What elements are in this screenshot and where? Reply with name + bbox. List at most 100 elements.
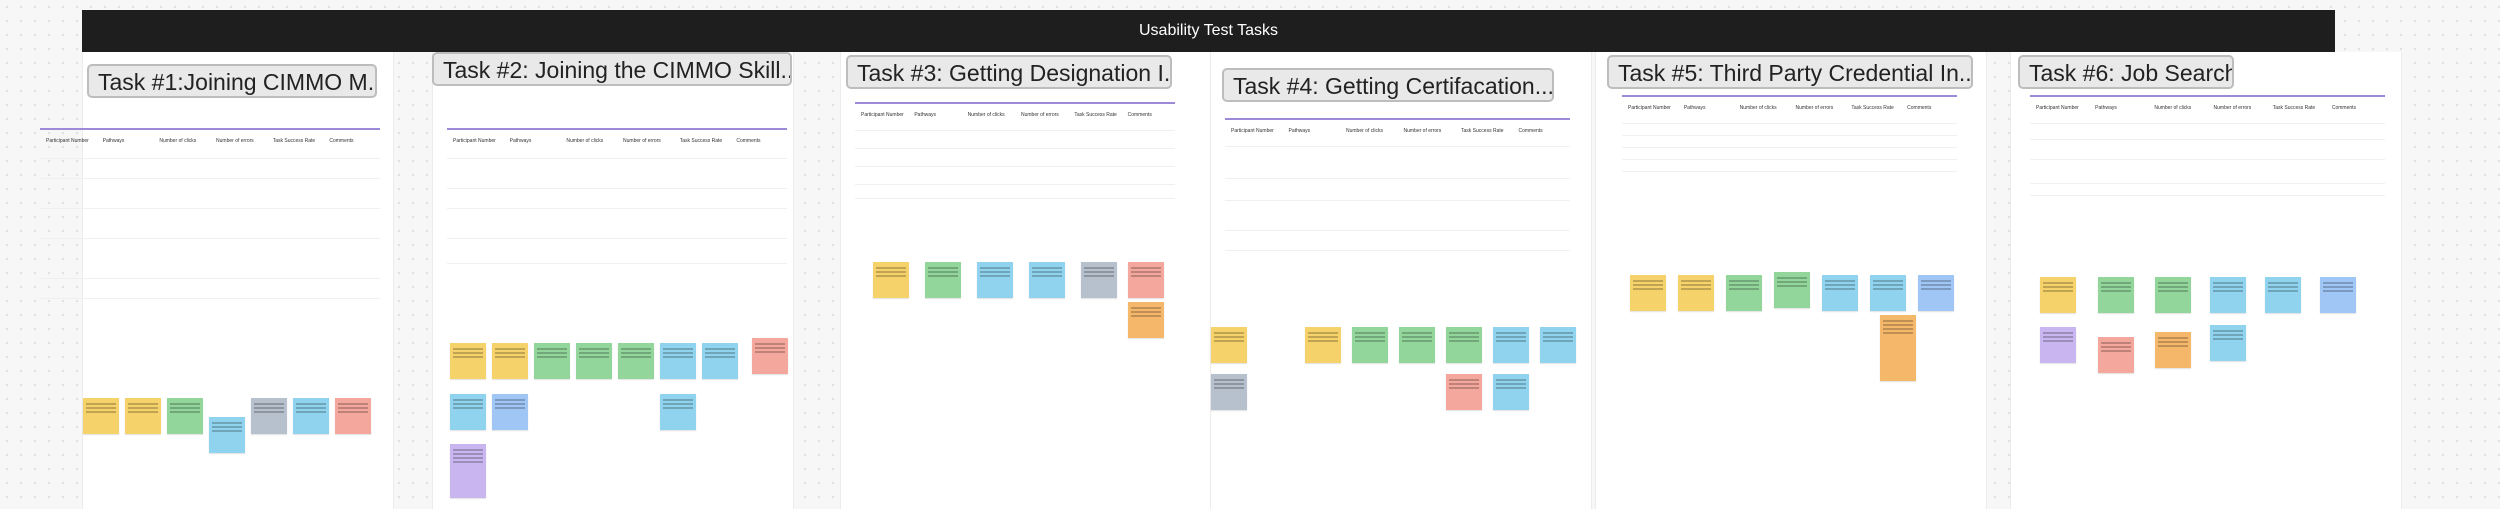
sticky-note[interactable] <box>2155 332 2191 368</box>
sticky-note[interactable] <box>660 343 696 379</box>
header-success: Task Success Rate <box>1851 105 1894 111</box>
table-row <box>447 238 787 264</box>
sticky-note[interactable] <box>492 343 528 379</box>
sticky-note[interactable] <box>83 398 119 434</box>
table-accent-line <box>1622 95 1957 97</box>
sticky-note[interactable] <box>1399 327 1435 363</box>
sticky-note[interactable] <box>2320 277 2356 313</box>
sticky-note[interactable] <box>1211 327 1247 363</box>
sticky-note[interactable] <box>2155 277 2191 313</box>
header-comments: Comments <box>1518 128 1543 134</box>
table-row <box>40 298 380 324</box>
table-row <box>2030 159 2385 184</box>
header-participant: Participant Number <box>46 138 89 144</box>
sticky-note[interactable] <box>534 343 570 379</box>
table-row <box>2030 123 2385 140</box>
sticky-note[interactable] <box>925 262 961 298</box>
table-row <box>2030 139 2385 160</box>
table-accent-line <box>1225 118 1570 120</box>
header-pathways: Pathways <box>1683 105 1706 111</box>
sticky-note[interactable] <box>977 262 1013 298</box>
header-errors: Number of errors <box>623 138 661 144</box>
header-clicks: Number of clicks <box>967 112 1005 118</box>
sticky-note[interactable] <box>1493 327 1529 363</box>
sticky-note[interactable] <box>1918 275 1954 311</box>
table-accent-line <box>855 102 1175 104</box>
sticky-note[interactable] <box>1446 374 1482 410</box>
sticky-note[interactable] <box>2040 277 2076 313</box>
header-errors: Number of errors <box>1795 105 1834 111</box>
sticky-note[interactable] <box>1446 327 1482 363</box>
table-row <box>40 178 380 209</box>
header-pathways: Pathways <box>509 138 532 144</box>
sticky-note[interactable] <box>450 394 486 430</box>
header-clicks: Number of clicks <box>2154 105 2192 111</box>
results-table-5: Participant Number Pathways Number of cl… <box>1622 95 1957 190</box>
sticky-note[interactable] <box>1081 262 1117 298</box>
sticky-note[interactable] <box>1128 262 1164 298</box>
sticky-note[interactable] <box>1493 374 1529 410</box>
task-title-3[interactable]: Task #3: Getting Designation I... <box>846 55 1172 89</box>
sticky-note[interactable] <box>1352 327 1388 363</box>
sticky-note[interactable] <box>492 394 528 430</box>
header-errors: Number of errors <box>216 138 254 144</box>
sticky-note[interactable] <box>1540 327 1576 363</box>
table-row <box>1225 146 1570 179</box>
sticky-note[interactable] <box>1305 327 1341 363</box>
table-row <box>447 158 787 189</box>
sticky-note[interactable] <box>2040 327 2076 363</box>
table-header: Participant Number Pathways Number of cl… <box>447 138 787 156</box>
sticky-note[interactable] <box>1630 275 1666 311</box>
sticky-note[interactable] <box>873 262 909 298</box>
sticky-note[interactable] <box>209 417 245 453</box>
header-clicks: Number of clicks <box>159 138 197 144</box>
sticky-note[interactable] <box>167 398 203 434</box>
table-row <box>855 198 1175 213</box>
sticky-note[interactable] <box>618 343 654 379</box>
sticky-note[interactable] <box>335 398 371 434</box>
sticky-note[interactable] <box>1880 315 1916 381</box>
results-table-3: Participant Number Pathways Number of cl… <box>855 102 1175 212</box>
table-row <box>855 130 1175 149</box>
header-errors: Number of errors <box>1020 112 1059 118</box>
task-title-5[interactable]: Task #5: Third Party Credential In... <box>1607 55 1973 89</box>
table-accent-line <box>447 128 787 130</box>
sticky-note[interactable] <box>752 338 788 374</box>
header-participant: Participant Number <box>1628 105 1671 111</box>
sticky-note[interactable] <box>1678 275 1714 311</box>
header-pathways: Pathways <box>914 112 937 118</box>
table-row <box>40 208 380 239</box>
sticky-note[interactable] <box>1774 272 1810 308</box>
sticky-note[interactable] <box>450 343 486 379</box>
header-comments: Comments <box>329 138 354 144</box>
sticky-note[interactable] <box>450 444 486 498</box>
header-comments: Comments <box>1127 112 1152 118</box>
board-header: Usability Test Tasks <box>82 10 2335 52</box>
sticky-note[interactable] <box>660 394 696 430</box>
table-header: Participant Number Pathways Number of cl… <box>2030 105 2385 123</box>
header-pathways: Pathways <box>1288 128 1311 134</box>
task-title-1[interactable]: Task #1:Joining CIMMO M... <box>87 64 377 98</box>
table-header: Participant Number Pathways Number of cl… <box>1622 105 1957 123</box>
sticky-note[interactable] <box>2098 277 2134 313</box>
sticky-note[interactable] <box>125 398 161 434</box>
sticky-note[interactable] <box>293 398 329 434</box>
sticky-note[interactable] <box>2098 337 2134 373</box>
sticky-note[interactable] <box>2210 277 2246 313</box>
task-title-4[interactable]: Task #4: Getting Certifacation... <box>1222 68 1554 102</box>
sticky-note[interactable] <box>1211 374 1247 410</box>
sticky-note[interactable] <box>1870 275 1906 311</box>
sticky-note[interactable] <box>2265 277 2301 313</box>
sticky-note[interactable] <box>1128 302 1164 338</box>
task-title-6[interactable]: Task #6: Job Search <box>2018 55 2234 89</box>
task-title-2[interactable]: Task #2: Joining the CIMMO Skill... <box>432 52 792 86</box>
table-row <box>447 188 787 209</box>
sticky-note[interactable] <box>576 343 612 379</box>
sticky-note[interactable] <box>1726 275 1762 311</box>
sticky-note[interactable] <box>1822 275 1858 311</box>
sticky-note[interactable] <box>1029 262 1065 298</box>
sticky-note[interactable] <box>251 398 287 434</box>
sticky-note[interactable] <box>2210 325 2246 361</box>
table-header: Participant Number Pathways Number of cl… <box>1225 128 1570 146</box>
sticky-note[interactable] <box>702 343 738 379</box>
